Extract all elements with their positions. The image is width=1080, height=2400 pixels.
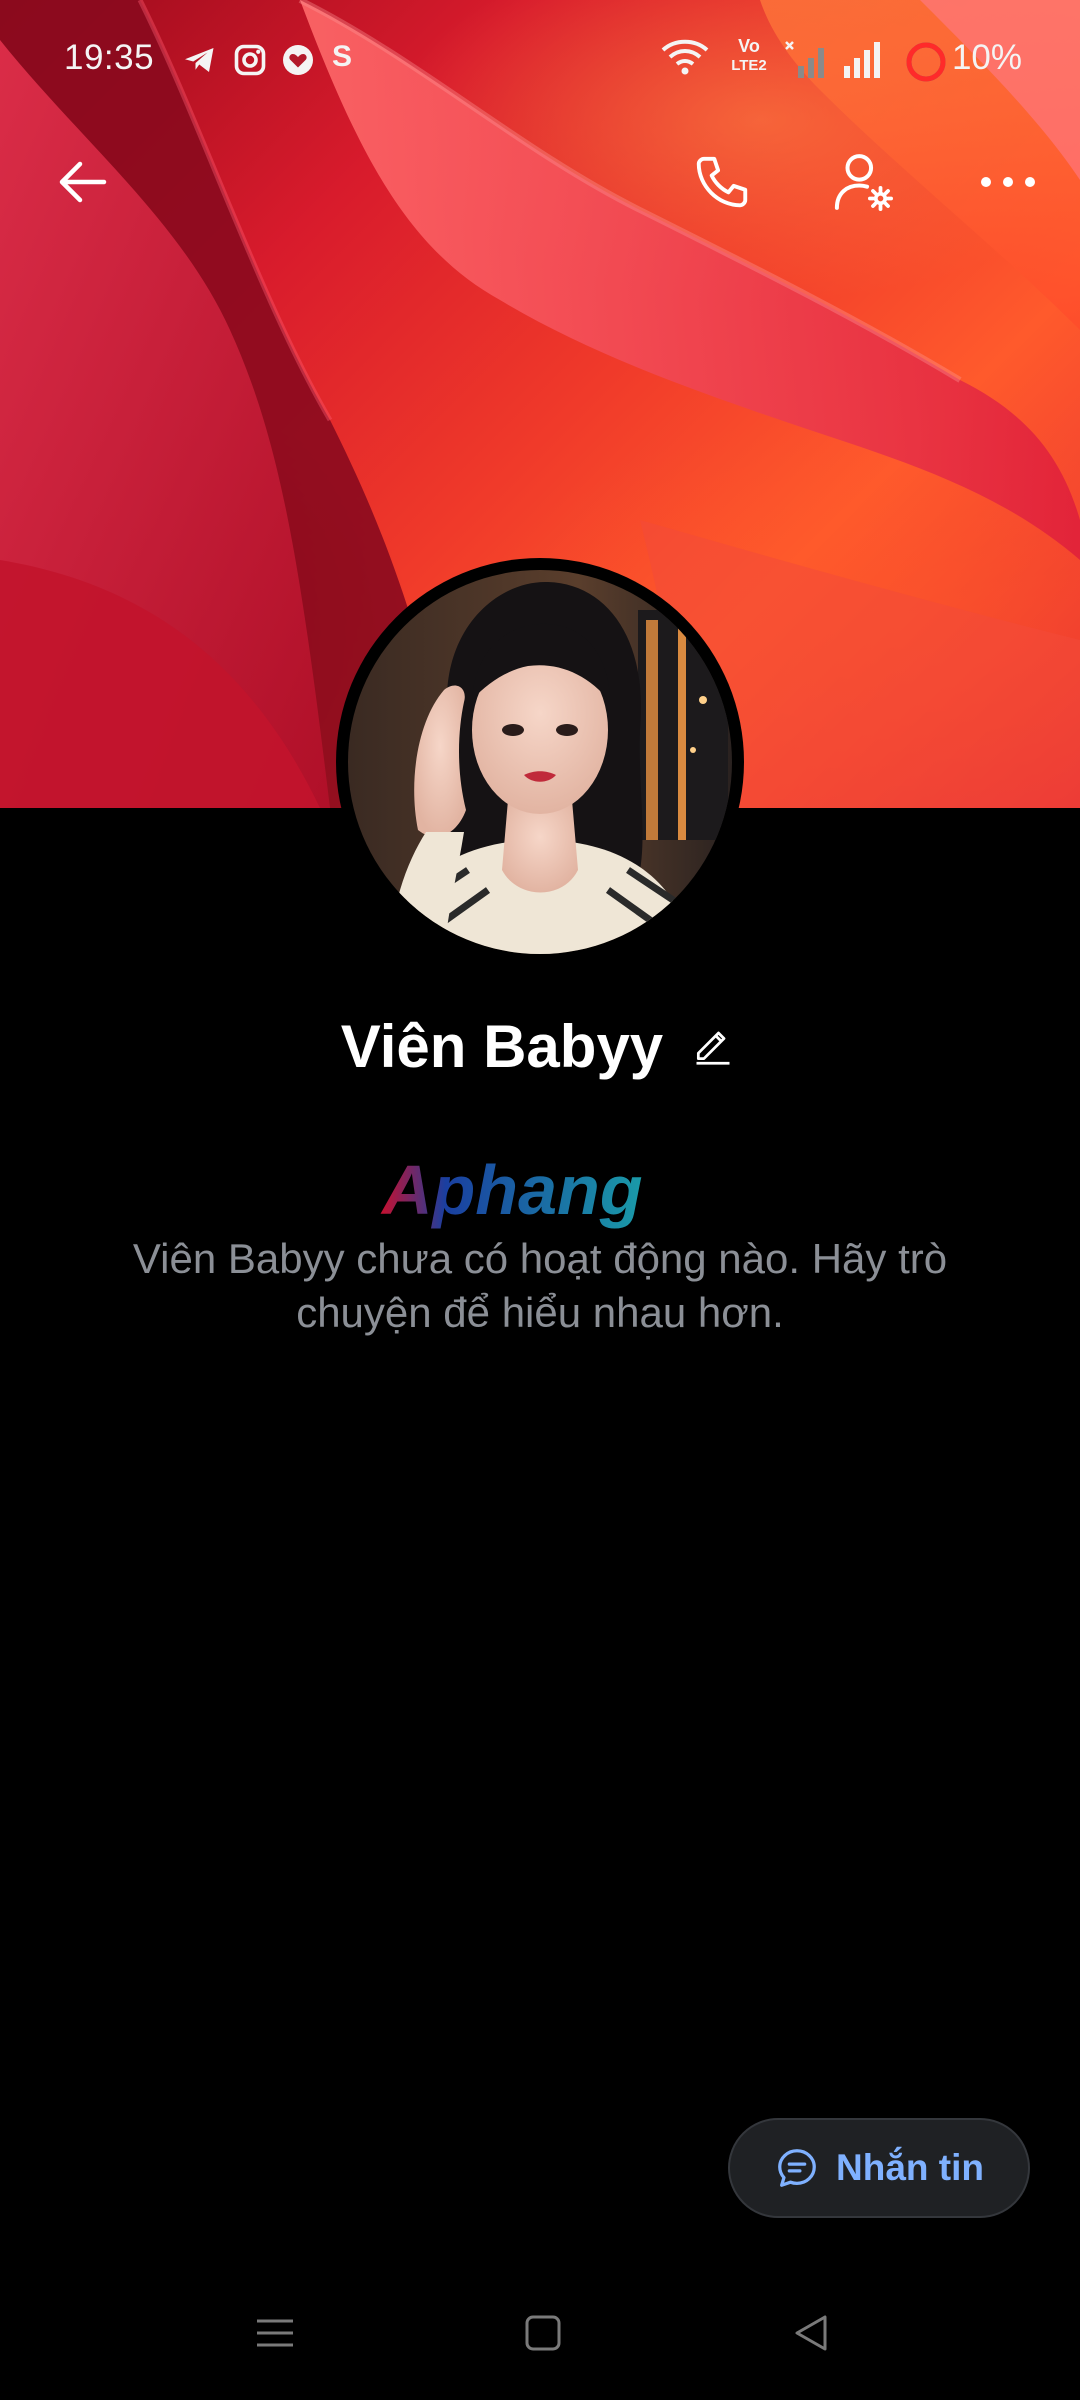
status-bar: 19:35 S Vo LTE2 10% xyxy=(0,0,1080,124)
profile-name-row: Viên Babyy xyxy=(0,1012,1080,1081)
instagram-icon xyxy=(232,42,268,83)
wifi-icon xyxy=(660,38,710,83)
watermark-logo: Aphang xyxy=(378,1150,702,1238)
signal-sim2-icon xyxy=(840,40,890,85)
back-button[interactable] xyxy=(38,140,126,228)
edit-name-button[interactable] xyxy=(687,1021,739,1073)
recent-apps-button[interactable] xyxy=(230,2300,320,2370)
message-button-label: Nhắn tin xyxy=(836,2147,984,2188)
battery-percent: 10% xyxy=(951,38,1022,77)
avatar-photo xyxy=(348,570,732,954)
home-square-icon xyxy=(523,2313,563,2358)
system-back-button[interactable] xyxy=(766,2300,856,2370)
call-button[interactable] xyxy=(678,140,766,228)
watermark-text: Aphang xyxy=(380,1151,643,1229)
back-triangle-icon xyxy=(791,2313,831,2358)
empty-activity-message: Viên Babyy chưa có hoạt động nào. Hãy tr… xyxy=(132,1235,948,1336)
phone-icon xyxy=(691,151,753,218)
profile-name: Viên Babyy xyxy=(340,1013,664,1080)
back-arrow-icon xyxy=(54,154,110,215)
avatar-frame[interactable] xyxy=(336,558,744,966)
avatar[interactable] xyxy=(348,570,732,954)
home-button[interactable] xyxy=(498,2300,588,2370)
user-settings-icon xyxy=(831,149,897,220)
telegram-icon xyxy=(182,42,218,83)
heart-app-icon xyxy=(280,42,316,83)
message-button[interactable]: Nhắn tin xyxy=(728,2118,1030,2218)
chat-bubble-icon xyxy=(774,2145,820,2191)
menu-icon xyxy=(255,2313,295,2358)
profile-settings-button[interactable] xyxy=(820,140,908,228)
volte-label-bottom: LTE2 xyxy=(731,57,767,74)
more-icon xyxy=(978,172,1038,197)
more-options-button[interactable] xyxy=(964,140,1052,228)
volte-icon: Vo LTE2 xyxy=(724,36,774,76)
s-app-icon: S xyxy=(332,40,353,73)
pencil-icon xyxy=(691,1022,735,1071)
status-time: 19:35 xyxy=(64,38,155,77)
signal-sim1-icon xyxy=(784,40,834,85)
volte-label-top: Vo xyxy=(738,36,760,56)
battery-icon xyxy=(904,40,948,89)
